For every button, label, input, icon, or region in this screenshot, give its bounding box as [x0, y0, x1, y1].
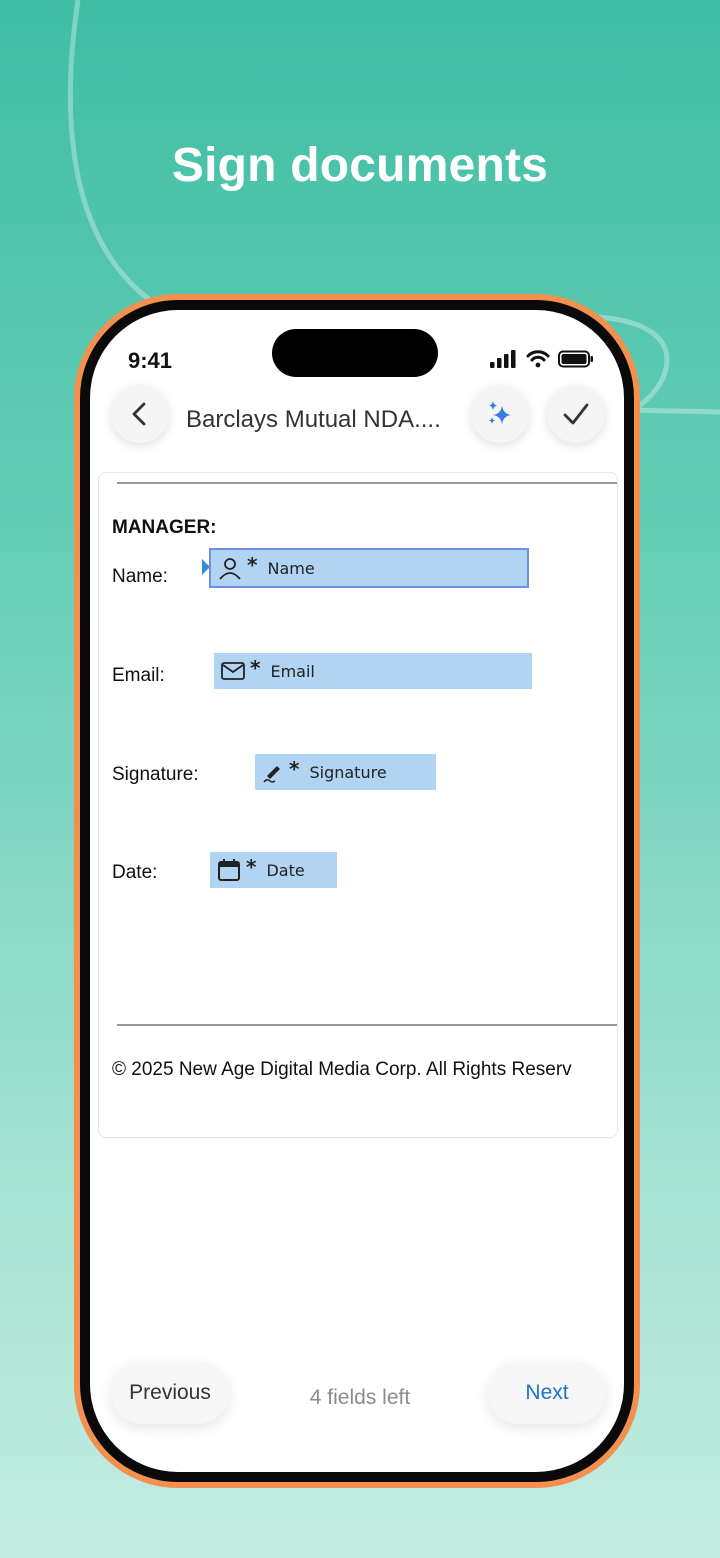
bottom-divider [117, 1024, 617, 1026]
ai-assist-button[interactable] [471, 385, 529, 443]
headline: Sign documents [171, 139, 549, 192]
phone-frame: 9:41 Barclays Mutual NDA.... MANAGER: Na… [74, 294, 640, 1488]
previous-button[interactable]: Previous [111, 1362, 229, 1424]
back-button[interactable] [111, 385, 169, 443]
signature-field[interactable]: * Signature [255, 754, 436, 790]
envelope-icon [221, 662, 245, 680]
required-mark: * [289, 757, 300, 781]
status-icons [490, 350, 594, 368]
done-button[interactable] [547, 385, 605, 443]
name-label: Name: [112, 566, 168, 587]
date-field[interactable]: * Date [210, 852, 337, 888]
document-page: MANAGER: Name: * Name Email: * Email Sig… [98, 472, 618, 1138]
required-mark: * [246, 855, 257, 879]
pen-icon [263, 766, 280, 783]
date-label: Date: [112, 862, 158, 883]
wifi-icon [526, 350, 550, 368]
required-mark: * [247, 553, 258, 577]
signature-label: Signature: [112, 764, 199, 785]
previous-label: Previous [129, 1381, 211, 1404]
section-heading: MANAGER: [112, 517, 217, 538]
email-label: Email: [112, 665, 165, 686]
next-label: Next [525, 1381, 569, 1404]
top-divider [117, 482, 617, 484]
chevron-left-icon [132, 402, 146, 426]
signature-placeholder: Signature [309, 762, 387, 782]
active-field-pointer [202, 559, 210, 575]
signal-icon [490, 350, 516, 368]
date-placeholder: Date [266, 860, 305, 880]
copyright-text: © 2025 New Age Digital Media Corp. All R… [112, 1059, 572, 1080]
document-title: Barclays Mutual NDA.... [186, 406, 441, 433]
checkmark-icon [563, 403, 589, 425]
dynamic-island [272, 329, 438, 377]
name-placeholder: Name [267, 558, 315, 578]
next-button[interactable]: Next [488, 1362, 606, 1424]
status-time: 9:41 [128, 348, 173, 373]
calendar-icon [218, 859, 240, 881]
required-mark: * [250, 656, 261, 680]
fields-left-counter: 4 fields left [309, 1386, 411, 1409]
sparkles-icon [489, 401, 511, 424]
email-field[interactable]: * Email [214, 653, 532, 689]
name-field[interactable]: * Name [209, 548, 529, 588]
phone-screen: 9:41 Barclays Mutual NDA.... MANAGER: Na… [90, 310, 624, 1472]
person-icon [219, 558, 241, 580]
email-placeholder: Email [270, 661, 315, 681]
battery-icon [558, 350, 593, 368]
phone-bezel: 9:41 Barclays Mutual NDA.... MANAGER: Na… [80, 300, 634, 1482]
